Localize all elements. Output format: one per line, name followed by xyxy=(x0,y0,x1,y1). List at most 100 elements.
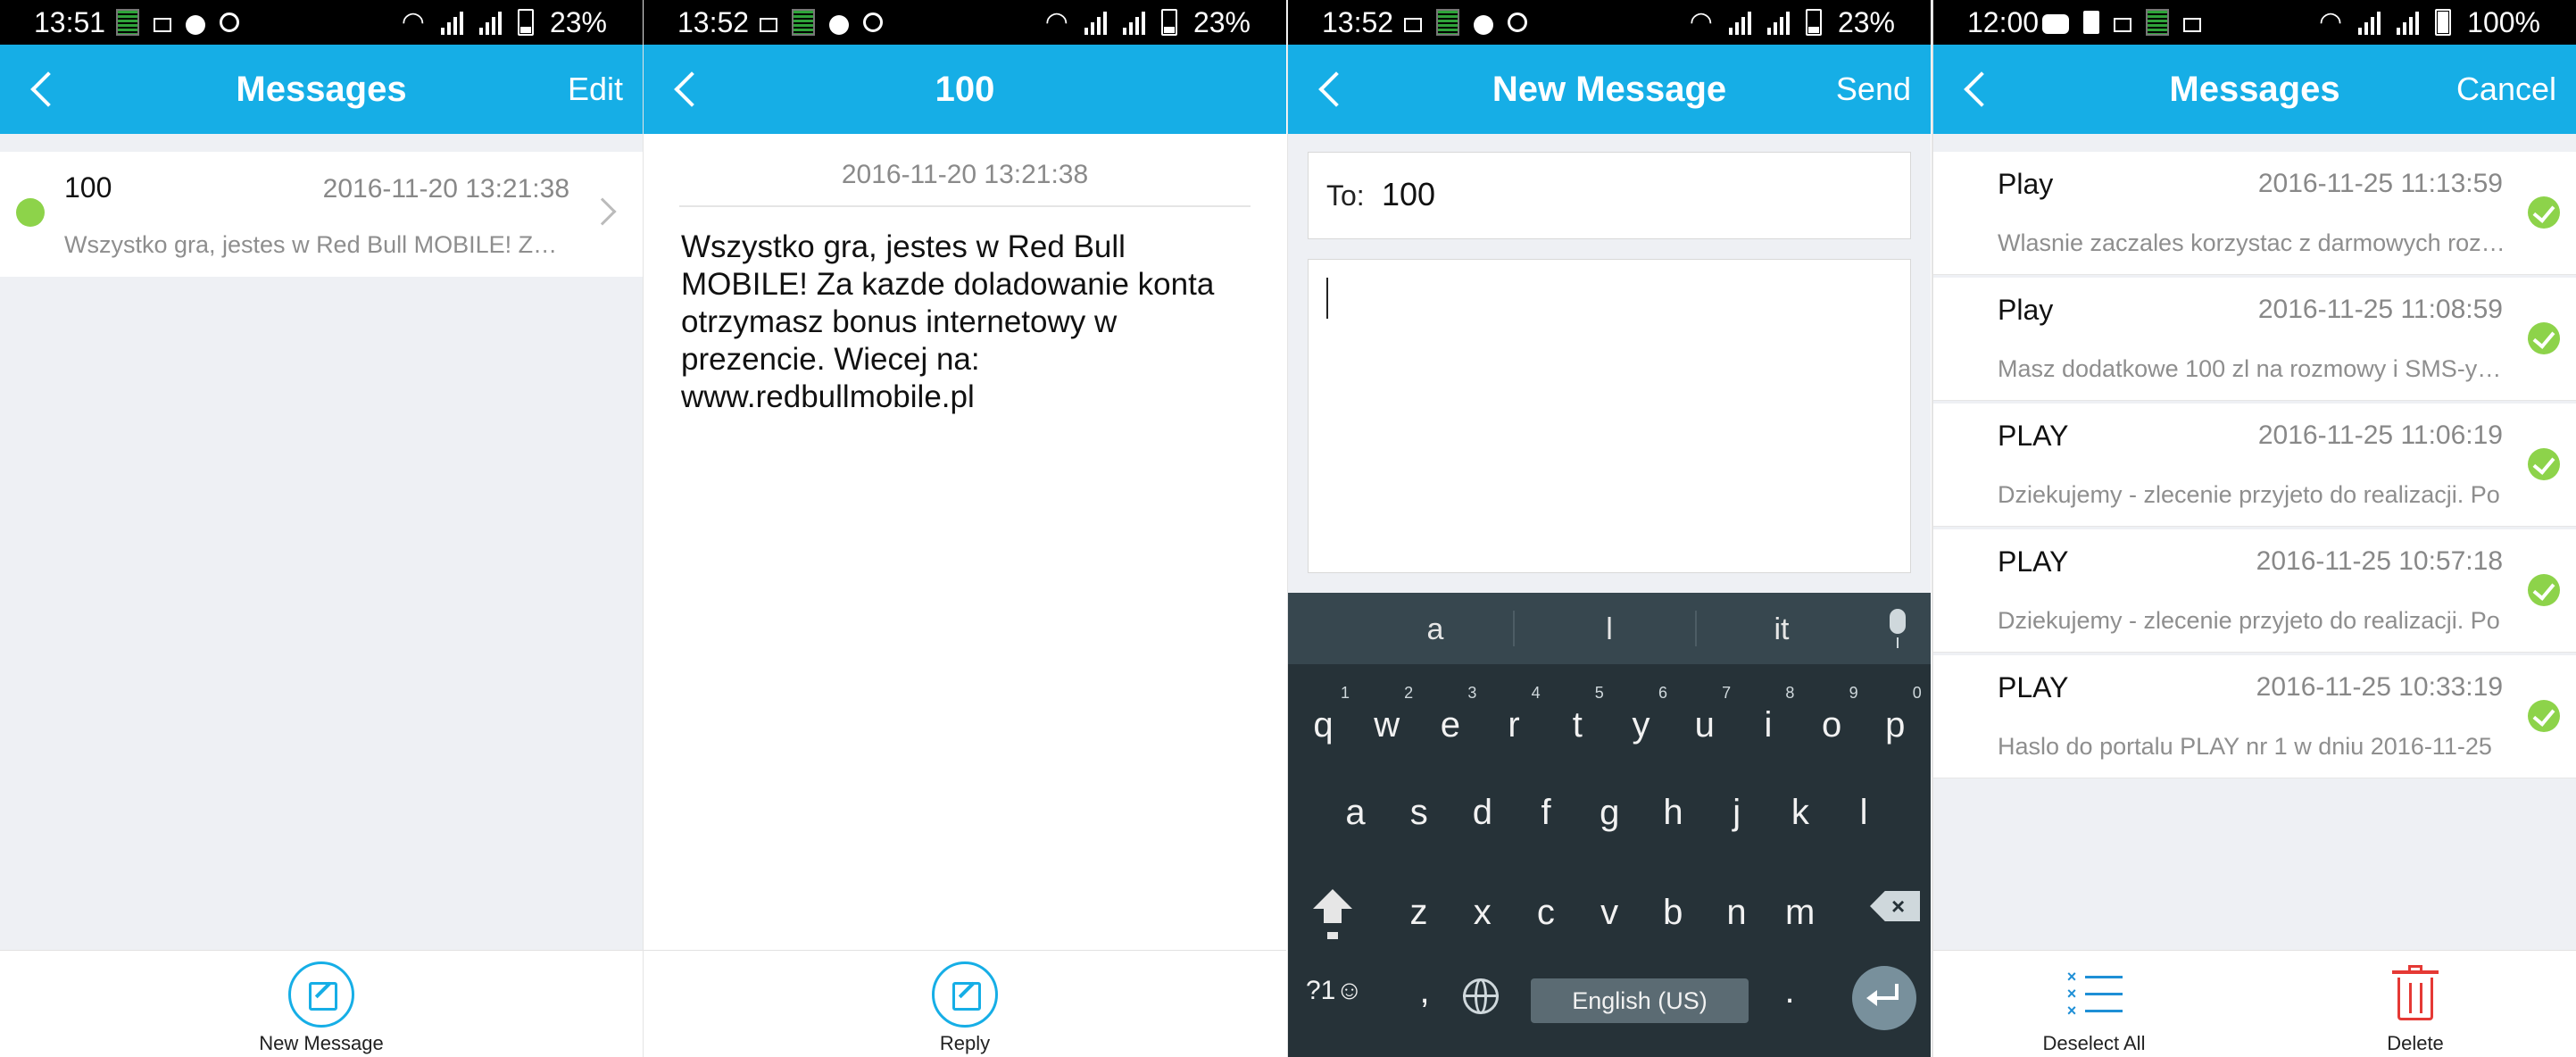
key-z[interactable]: z xyxy=(1387,868,1450,957)
checkmark-icon[interactable] xyxy=(2528,322,2560,354)
new-message-button[interactable]: New Message xyxy=(0,951,643,1057)
message-preview: Haslo do portalu PLAY nr 1 w dniu 2016-1… xyxy=(1998,733,2492,760)
message-sender: PLAY xyxy=(1998,545,2069,578)
back-icon[interactable] xyxy=(27,68,59,111)
key-u[interactable]: u7 xyxy=(1673,680,1736,770)
delete-button[interactable]: Delete xyxy=(2255,951,2576,1057)
message-row[interactable]: PLAY 2016-11-25 10:33:19 Haslo do portalu … xyxy=(1933,655,2576,778)
checkmark-icon[interactable] xyxy=(2528,700,2560,732)
key-v[interactable]: v xyxy=(1578,868,1641,957)
suggestion[interactable]: it xyxy=(1715,611,1849,648)
period-key[interactable]: . xyxy=(1772,946,1807,1036)
conversation-date: 2016-11-20 13:21:38 xyxy=(322,174,569,204)
new-message-screen: 13:52 ◠ 23% New Message Send To: 100 a l xyxy=(1288,0,1931,1057)
checkmark-icon[interactable] xyxy=(2528,574,2560,606)
message-row[interactable]: Play 2016-11-25 11:13:59 Wlasnie zaczales … xyxy=(1933,152,2576,275)
key-y[interactable]: y6 xyxy=(1609,680,1673,770)
battery-percent: 100% xyxy=(2467,6,2540,38)
trash-icon xyxy=(2392,965,2439,1022)
globe-icon[interactable] xyxy=(1463,978,1499,1014)
key-f[interactable]: f xyxy=(1515,768,1578,857)
message-date: 2016-11-25 11:08:59 xyxy=(2257,295,2503,324)
message-sender: Play xyxy=(1998,294,2054,326)
key-n[interactable]: n xyxy=(1705,868,1768,957)
message-date: 2016-11-20 13:21:38 xyxy=(841,160,1089,189)
symbols-key[interactable]: ?1☺ xyxy=(1297,946,1372,1036)
key-a[interactable]: a xyxy=(1324,768,1387,857)
key-o[interactable]: o9 xyxy=(1800,680,1864,770)
key-x[interactable]: x xyxy=(1450,868,1514,957)
key-m[interactable]: m xyxy=(1768,868,1832,957)
on-screen-keyboard: a l it q1w2e3r4t5y6u7i8o9p0 asdfghjkl zx… xyxy=(1288,593,1931,1057)
wifi-icon: ◠ xyxy=(401,7,425,37)
cancel-button[interactable]: Cancel xyxy=(2456,68,2556,111)
back-icon[interactable] xyxy=(1315,68,1347,111)
checkmark-icon[interactable] xyxy=(2528,448,2560,480)
messages-list-screen: 13:51 ◠ 23% Messages Edit 100 2016-11-20… xyxy=(0,0,643,1057)
message-row[interactable]: Play 2016-11-25 11:08:59 Masz dodatkowe 10… xyxy=(1933,278,2576,401)
wifi-icon: ◠ xyxy=(1689,7,1713,37)
key-c[interactable]: c xyxy=(1514,868,1577,957)
chat-icon xyxy=(2042,14,2069,34)
bulb-icon xyxy=(863,12,883,32)
conversation-preview: Wszystko gra, jestes w Red Bull MOBILE! … xyxy=(64,231,564,258)
clipboard-icon xyxy=(2083,11,2099,34)
key-d[interactable]: d xyxy=(1450,768,1514,857)
backspace-key-icon[interactable]: × xyxy=(1870,891,1920,921)
key-i[interactable]: i8 xyxy=(1736,680,1799,770)
key-g[interactable]: g xyxy=(1578,768,1641,857)
back-icon[interactable] xyxy=(1960,68,1992,111)
key-h[interactable]: h xyxy=(1641,768,1705,857)
key-q[interactable]: q1 xyxy=(1292,680,1355,770)
key-b[interactable]: b xyxy=(1641,868,1705,957)
wifi-icon: ◠ xyxy=(1044,7,1068,37)
key-j[interactable]: j xyxy=(1705,768,1768,857)
key-k[interactable]: k xyxy=(1768,768,1832,857)
send-button[interactable]: Send xyxy=(1836,68,1911,111)
conversation-row[interactable]: 100 2016-11-20 13:21:38 Wszystko gra, je… xyxy=(0,152,643,277)
message-date: 2016-11-25 11:13:59 xyxy=(2257,169,2503,198)
message-row[interactable]: PLAY 2016-11-25 10:57:18 Dziekujemy - zlec… xyxy=(1933,529,2576,653)
key-t[interactable]: t5 xyxy=(1546,680,1609,770)
checkmark-icon[interactable] xyxy=(2528,196,2560,229)
signal-icon xyxy=(2397,10,2420,35)
page-title: 100 xyxy=(935,70,995,109)
compose-icon xyxy=(932,961,998,1028)
reply-button[interactable]: Reply xyxy=(644,951,1286,1057)
enter-key-icon[interactable] xyxy=(1852,966,1916,1030)
key-l[interactable]: l xyxy=(1832,768,1896,857)
battery-icon xyxy=(1805,9,1822,36)
status-time: 12:00 xyxy=(1967,6,2040,38)
battery-percent: 23% xyxy=(1192,6,1251,38)
bomb-icon xyxy=(829,15,849,35)
space-key[interactable]: English (US) xyxy=(1531,978,1749,1023)
edit-button[interactable]: Edit xyxy=(568,68,623,111)
message-date: 2016-11-25 10:57:18 xyxy=(2256,546,2503,576)
message-row[interactable]: PLAY 2016-11-25 11:06:19 Dziekujemy - zlec… xyxy=(1933,404,2576,527)
key-p[interactable]: p0 xyxy=(1864,680,1927,770)
bottom-bar: New Message xyxy=(0,950,643,1057)
unread-dot-icon xyxy=(16,198,45,227)
comma-key[interactable]: , xyxy=(1402,946,1447,1036)
battery-percent: 23% xyxy=(1837,6,1895,38)
conversation-title: 100 xyxy=(64,171,112,204)
suggestion[interactable]: a xyxy=(1368,611,1502,648)
key-r[interactable]: r4 xyxy=(1483,680,1546,770)
message-preview: Dziekujemy - zlecenie przyjeto do realiz… xyxy=(1998,481,2500,508)
bomb-icon xyxy=(1474,15,1493,35)
recipient-field[interactable]: To: 100 xyxy=(1308,152,1911,239)
back-icon[interactable] xyxy=(670,68,702,111)
gallery-icon xyxy=(2183,18,2201,32)
divider xyxy=(679,205,1251,207)
deselect-all-button[interactable]: × × × Deselect All xyxy=(1933,951,2255,1057)
shift-key-icon[interactable] xyxy=(1304,884,1363,943)
key-e[interactable]: e3 xyxy=(1418,680,1482,770)
bottom-bar: Reply xyxy=(644,950,1286,1057)
key-s[interactable]: s xyxy=(1387,768,1450,857)
microphone-icon[interactable] xyxy=(1890,609,1906,648)
key-w[interactable]: w2 xyxy=(1355,680,1418,770)
bulb-icon xyxy=(1508,12,1527,32)
suggestion[interactable]: l xyxy=(1542,611,1676,648)
storage-icon xyxy=(792,9,815,36)
message-body-input[interactable] xyxy=(1308,259,1911,573)
